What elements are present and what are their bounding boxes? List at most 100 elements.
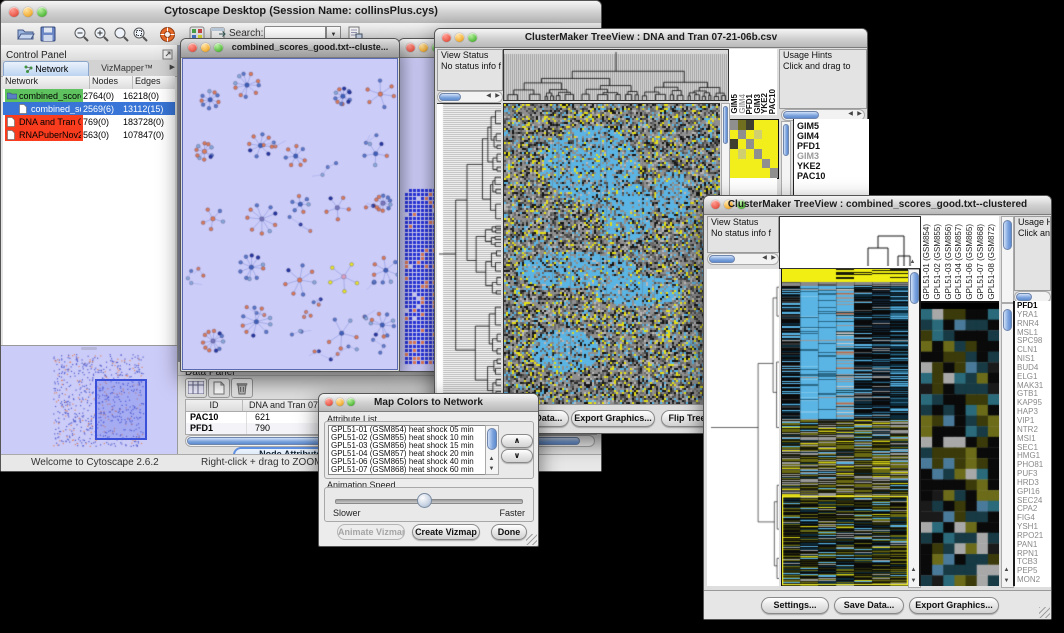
treeview1-row-dendrogram[interactable] — [437, 103, 501, 404]
attribute-list-item[interactable]: GPL51-07 (GSM868) heat shock 60 min — [329, 466, 486, 474]
scroll-up-icon[interactable]: ▲ — [1002, 566, 1011, 575]
matrix-cell[interactable] — [762, 168, 770, 178]
matrix-cell[interactable] — [738, 120, 746, 130]
treeview1-heatmap[interactable] — [503, 103, 720, 404]
resize-grip[interactable] — [526, 534, 537, 545]
dialog-titlebar[interactable]: Map Colors to Network — [319, 394, 538, 412]
matrix-cell[interactable] — [738, 168, 746, 178]
matrix-cell[interactable] — [738, 130, 746, 140]
matrix-cell[interactable] — [746, 130, 754, 140]
scroll-thumb[interactable] — [783, 111, 819, 119]
scroll-down-icon[interactable]: ▼ — [487, 465, 496, 474]
dialog-button-create-vizmap[interactable]: Create Vizmap — [412, 524, 480, 540]
speed-slider-thumb[interactable] — [417, 493, 432, 508]
matrix-cell[interactable] — [754, 168, 762, 178]
col-network[interactable]: Network — [3, 76, 90, 89]
matrix-cell[interactable] — [770, 139, 778, 149]
matrix-cell[interactable] — [762, 139, 770, 149]
matrix-cell[interactable] — [730, 139, 738, 149]
matrix-cell[interactable] — [762, 149, 770, 159]
matrix-cell[interactable] — [730, 130, 738, 140]
overview-viewport-rect[interactable] — [95, 379, 147, 440]
scroll-thumb[interactable] — [1003, 220, 1012, 250]
zoom-window-icon[interactable] — [214, 43, 223, 52]
treeview2-status-hscrollbar[interactable]: ◀ ▶ — [707, 253, 779, 265]
background-network-view[interactable] — [404, 187, 438, 367]
scroll-left-icon[interactable]: ◀ — [760, 254, 769, 263]
close-icon[interactable] — [188, 43, 197, 52]
scroll-left-icon[interactable]: ◀ — [846, 110, 855, 119]
matrix-cell[interactable] — [746, 168, 754, 178]
matrix-cell[interactable] — [754, 159, 762, 169]
matrix-cell[interactable] — [754, 130, 762, 140]
gene-label[interactable]: YKE2 — [797, 161, 869, 171]
tab-network[interactable]: Network — [3, 61, 89, 77]
treeview1-zoom-matrix[interactable] — [729, 119, 779, 179]
network-window-titlebar[interactable]: combined_scores_good.txt--cluste... — [181, 39, 399, 58]
resize-grip[interactable] — [1039, 607, 1050, 618]
scroll-down-icon[interactable]: ▼ — [909, 577, 918, 586]
matrix-cell[interactable] — [738, 159, 746, 169]
scroll-left-icon[interactable]: ◀ — [484, 92, 493, 101]
matrix-cell[interactable] — [770, 168, 778, 178]
scroll-up-icon[interactable]: ▲ — [487, 455, 496, 464]
matrix-cell[interactable] — [730, 159, 738, 169]
scroll-thumb[interactable] — [783, 124, 789, 156]
treeview2-button-0[interactable]: Settings... — [761, 597, 829, 614]
network-row[interactable]: combined_scores2764(0)16218(0) — [3, 89, 175, 102]
scroll-down-icon[interactable]: ▼ — [1002, 577, 1011, 586]
scroll-thumb[interactable] — [910, 272, 919, 304]
col-edges[interactable]: Edges — [133, 76, 175, 89]
gene-label[interactable]: MON2 — [1017, 576, 1051, 585]
treeview2-zoom-heatmap[interactable] — [921, 303, 999, 586]
zoom-fit-icon[interactable] — [113, 26, 131, 43]
treeview2-button-2[interactable]: Export Graphics... — [909, 597, 999, 614]
matrix-cell[interactable] — [762, 159, 770, 169]
attribute-list-vscrollbar[interactable]: ▲ ▼ — [485, 425, 499, 475]
network-graph-view[interactable] — [182, 58, 398, 370]
gene-label[interactable]: GIM4 — [797, 131, 869, 141]
treeview2-button-1[interactable]: Save Data... — [834, 597, 904, 614]
matrix-cell[interactable] — [770, 159, 778, 169]
treeview2-row-dendrogram[interactable] — [707, 269, 779, 586]
network-row[interactable]: DNA and Tran 07769(0)183728(0) — [3, 115, 175, 128]
matrix-cell[interactable] — [746, 149, 754, 159]
tab-overflow-icon[interactable]: ▶ — [170, 63, 175, 71]
matrix-cell[interactable] — [770, 149, 778, 159]
matrix-cell[interactable] — [738, 139, 746, 149]
attribute-select-icon[interactable] — [185, 378, 207, 398]
scroll-thumb[interactable] — [487, 428, 497, 450]
treeview2-titlebar[interactable]: ClusterMaker TreeView : combined_scores_… — [704, 196, 1051, 215]
gene-label[interactable]: GIM5 — [797, 121, 869, 131]
matrix-cell[interactable] — [770, 130, 778, 140]
treeview2-heatmap[interactable] — [781, 269, 908, 586]
treeview2-collabel-vscrollbar[interactable] — [1001, 216, 1014, 303]
close-icon[interactable] — [406, 43, 415, 52]
scroll-right-icon[interactable]: ▶ — [855, 110, 864, 119]
new-attribute-icon[interactable] — [208, 378, 230, 398]
minimize-icon[interactable] — [201, 43, 210, 52]
gene-label[interactable]: GIM3 — [797, 151, 869, 161]
data-col-id[interactable]: ID — [186, 400, 243, 411]
matrix-cell[interactable] — [762, 130, 770, 140]
network-row[interactable]: combined_sco2569(6)13112(15) — [3, 102, 175, 115]
treeview1-button-1[interactable]: Export Graphics... — [571, 410, 655, 427]
scroll-thumb[interactable] — [1016, 293, 1032, 301]
labels-up-icon[interactable]: ▲ — [908, 258, 917, 267]
matrix-cell[interactable] — [746, 120, 754, 130]
matrix-cell[interactable] — [730, 120, 738, 130]
help-lifebuoy-icon[interactable] — [159, 26, 177, 43]
treeview1-titlebar[interactable]: ClusterMaker TreeView : DNA and Tran 07-… — [435, 29, 867, 48]
matrix-cell[interactable] — [754, 120, 762, 130]
scroll-up-icon[interactable]: ▲ — [909, 566, 918, 575]
gene-label[interactable]: PFD1 — [797, 141, 869, 151]
attribute-listbox[interactable]: GPL51-01 (GSM854) heat shock 05 minGPL51… — [328, 425, 487, 475]
matrix-cell[interactable] — [770, 120, 778, 130]
gene-label[interactable]: PAC10 — [797, 171, 869, 181]
matrix-cell[interactable] — [746, 159, 754, 169]
network-row[interactable]: RNAPuberNov2+563(0)107847(0) — [3, 128, 175, 141]
open-file-icon[interactable] — [17, 26, 35, 43]
matrix-cell[interactable] — [754, 149, 762, 159]
zoom-selected-icon[interactable] — [132, 26, 150, 43]
col-nodes[interactable]: Nodes — [90, 76, 133, 89]
